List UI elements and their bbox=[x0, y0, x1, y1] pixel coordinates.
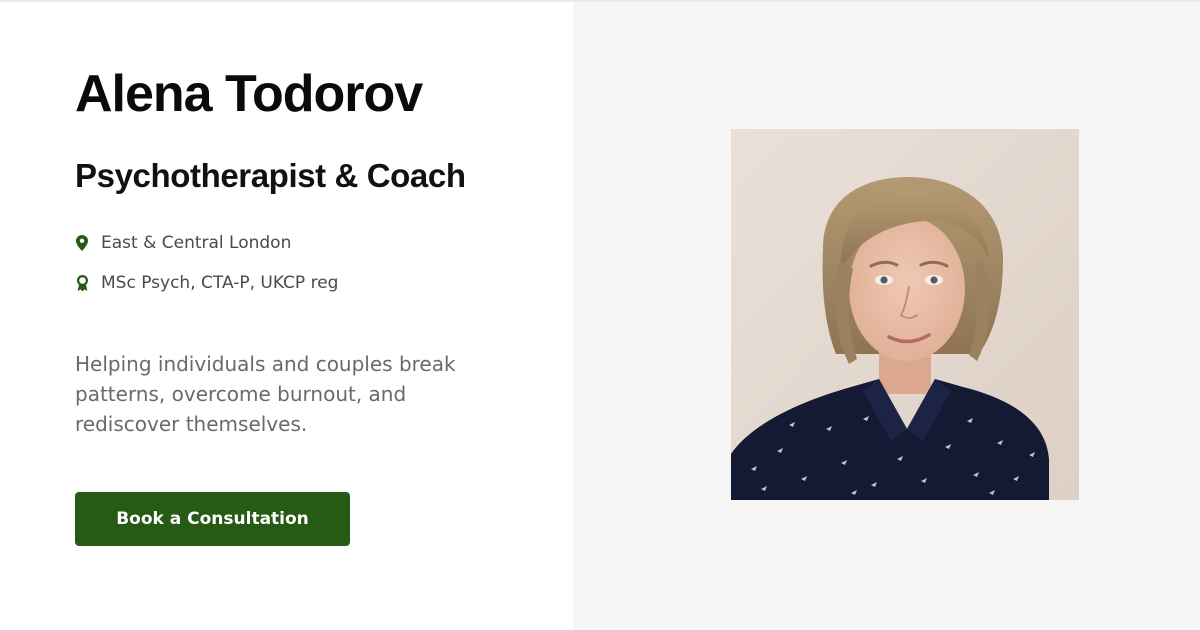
profile-info-panel: Alena Todorov Psychotherapist & Coach Ea… bbox=[0, 2, 573, 630]
credentials-text: MSc Psych, CTA-P, UKCP reg bbox=[101, 273, 339, 293]
location-text: East & Central London bbox=[101, 233, 292, 253]
map-pin-icon bbox=[75, 234, 89, 252]
profile-role: Psychotherapist & Coach bbox=[75, 157, 466, 194]
profile-name: Alena Todorov bbox=[75, 65, 423, 123]
credentials-row: MSc Psych, CTA-P, UKCP reg bbox=[75, 272, 338, 294]
award-ribbon-icon bbox=[75, 274, 89, 292]
profile-tagline: Helping individuals and couples break pa… bbox=[75, 352, 456, 436]
profile-photo bbox=[731, 129, 1079, 500]
book-consultation-button[interactable]: Book a Consultation bbox=[75, 492, 350, 546]
location-row: East & Central London bbox=[75, 232, 291, 254]
